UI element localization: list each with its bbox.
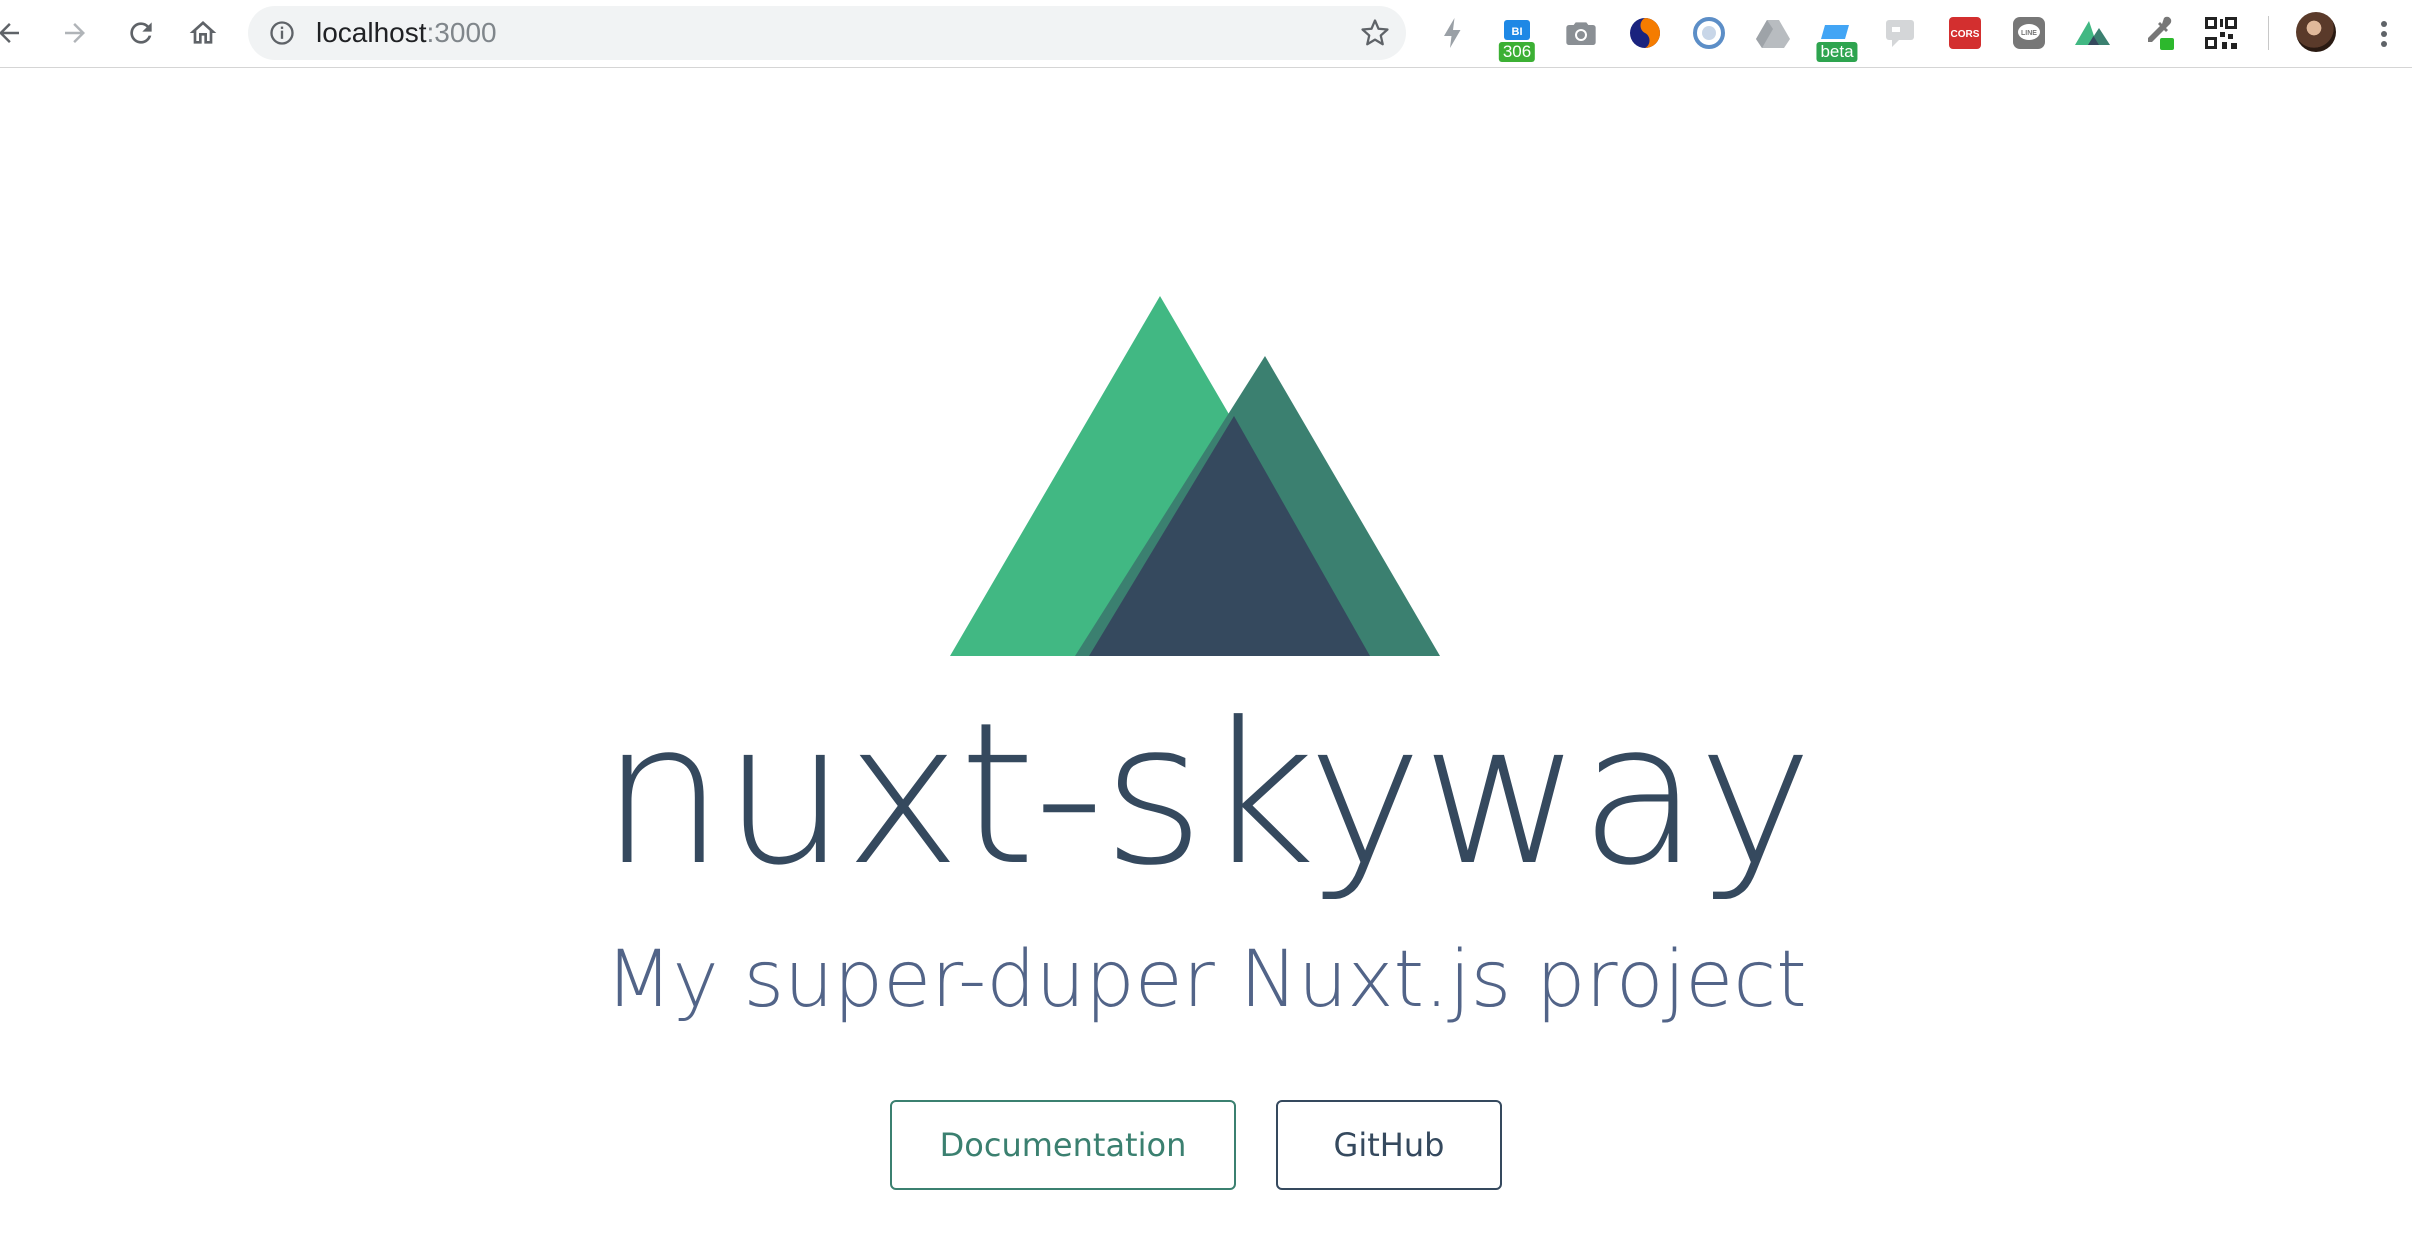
beta-extension-icon[interactable]: beta xyxy=(1816,14,1858,62)
back-button[interactable] xyxy=(0,10,32,56)
forward-button[interactable] xyxy=(52,10,98,56)
reload-icon xyxy=(130,22,152,44)
circle-extension-icon[interactable] xyxy=(1690,14,1728,52)
camera-icon[interactable] xyxy=(1562,14,1600,52)
eyedropper-icon[interactable] xyxy=(2138,14,2176,52)
address-bar[interactable]: localhost:3000 xyxy=(248,6,1406,60)
bolt-icon[interactable] xyxy=(1434,14,1472,52)
url-text[interactable]: localhost:3000 xyxy=(316,6,497,60)
page-subtitle: My super-duper Nuxt.js project xyxy=(605,935,1807,1025)
profile-avatar[interactable] xyxy=(2296,12,2336,52)
url-host: localhost xyxy=(316,17,427,48)
chat-bubble-icon[interactable] xyxy=(1882,14,1920,52)
bi-extension-icon[interactable]: BI 306 xyxy=(1498,14,1536,62)
home-button[interactable] xyxy=(180,10,226,56)
arrow-left-icon xyxy=(0,23,19,43)
swirl-extension-icon[interactable] xyxy=(1626,14,1664,52)
line-extension-icon[interactable]: LINE xyxy=(2010,14,2048,52)
nuxt-extension-icon[interactable] xyxy=(2074,14,2112,52)
page-title: nuxt-skyway xyxy=(600,681,1813,909)
cors-label: CORS xyxy=(1951,29,1980,40)
line-label: LINE xyxy=(2021,30,2037,37)
arrow-right-icon xyxy=(65,23,85,43)
more-menu-icon[interactable] xyxy=(2372,14,2396,54)
url-port: :3000 xyxy=(426,17,497,48)
browser-toolbar: localhost:3000 BI 306 beta CORS LINE xyxy=(0,0,2412,68)
cors-extension-icon[interactable]: CORS xyxy=(1946,14,1984,52)
bookmark-star-icon[interactable] xyxy=(1360,18,1390,48)
google-drive-icon[interactable] xyxy=(1754,14,1792,52)
bi-badge: 306 xyxy=(1498,42,1536,62)
documentation-button[interactable]: Documentation xyxy=(890,1100,1236,1190)
home-icon xyxy=(189,21,217,44)
github-button[interactable]: GitHub xyxy=(1276,1100,1502,1190)
bi-label: BI xyxy=(1512,26,1523,38)
nuxt-logo xyxy=(950,296,1440,656)
toolbar-separator xyxy=(2268,16,2269,50)
qr-code-icon[interactable] xyxy=(2202,14,2240,52)
beta-badge: beta xyxy=(1816,42,1858,62)
info-icon[interactable] xyxy=(268,19,296,47)
reload-button[interactable] xyxy=(118,10,164,56)
